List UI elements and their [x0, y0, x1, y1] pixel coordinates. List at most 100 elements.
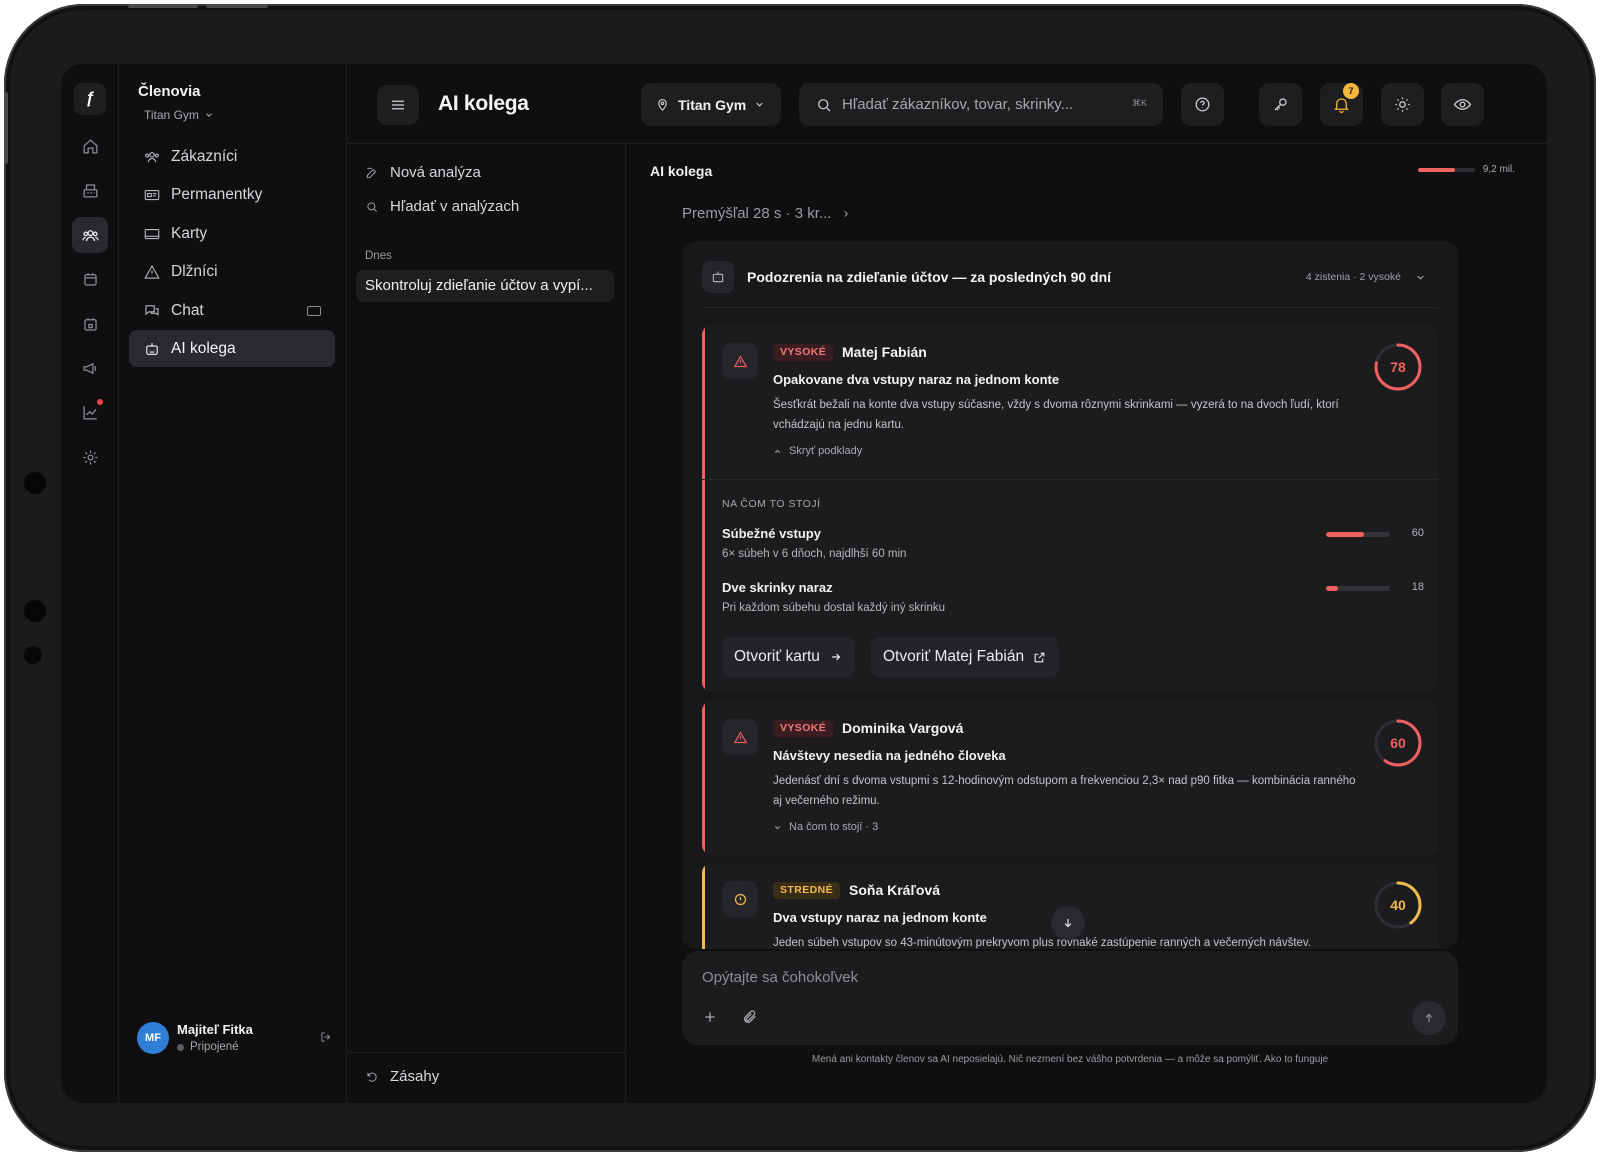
logout-icon[interactable]	[319, 1030, 333, 1044]
card-icon	[144, 228, 160, 239]
finding-headline: Návštevy nesedia na jedného človeka	[773, 748, 1006, 763]
key-button[interactable]	[1259, 83, 1302, 126]
sidebar-item-chat[interactable]: Chat	[129, 292, 335, 329]
search-analyses-button[interactable]: Hľadať v analýzach	[365, 198, 519, 215]
finding-card: VYSOKÉ Matej Fabián Opakovane dva vstupy…	[702, 325, 1438, 692]
theme-toggle[interactable]	[1381, 83, 1424, 126]
send-button[interactable]	[1412, 1001, 1446, 1035]
camera-dot	[24, 472, 46, 494]
ai-disclaimer: Mená ani kontakty členov sa AI neposiela…	[811, 1054, 1329, 1065]
sidebar-item-ai-colleague[interactable]: AI kolega	[129, 330, 335, 367]
chevron-down-icon	[756, 102, 763, 107]
rail-schedule[interactable]	[72, 306, 108, 342]
rail-home[interactable]	[72, 128, 108, 164]
severity-stripe	[702, 701, 705, 855]
gym-selector[interactable]: Titan Gym	[641, 83, 781, 126]
info-alert-icon	[734, 893, 746, 905]
logo-icon[interactable]: ƒ	[74, 83, 106, 115]
notifications-button[interactable]: 7	[1320, 83, 1363, 126]
finding-description: Šesťkrát bežali na konte dva vstupy súča…	[773, 399, 1339, 431]
sidebar-item-debtors[interactable]: Dlžníci	[129, 253, 335, 290]
hardware-button	[4, 92, 8, 164]
paperclip-icon[interactable]	[742, 1009, 758, 1025]
notification-badge: 7	[1343, 83, 1359, 99]
undo-icon	[367, 1072, 377, 1082]
search-icon	[818, 98, 831, 111]
sidebar-item-label: Dlžníci	[171, 262, 218, 280]
thinking-label: Premýšľal 28 s · 3 kr...	[682, 205, 832, 222]
privacy-button[interactable]	[1441, 83, 1484, 126]
bot-icon	[146, 342, 158, 355]
warning-icon	[733, 354, 747, 367]
help-button[interactable]	[1181, 83, 1224, 126]
chevron-up-icon	[774, 449, 781, 453]
message-input[interactable]: Opýtajte sa čohokoľvek	[702, 969, 858, 986]
rail-calendar[interactable]	[72, 261, 108, 297]
evidence-title: NA ČOM TO STOJÍ	[722, 498, 821, 510]
sidebar-title: Členovia	[138, 83, 201, 100]
sidebar-item-passes[interactable]: Permanentky	[129, 176, 335, 213]
search-analyses-label: Hľadať v analýzach	[390, 198, 520, 215]
chevron-down-icon	[774, 825, 781, 829]
usage-fill	[1417, 167, 1456, 172]
member-name[interactable]: Soňa Kráľová	[849, 882, 940, 898]
evidence-bar-fill	[1326, 586, 1338, 591]
panel-meta: 4 zistenia · 2 vysoké	[1306, 271, 1426, 283]
rail-members[interactable]	[72, 217, 108, 253]
evidence-toggle[interactable]: Skryť podklady	[773, 445, 862, 457]
menu-button[interactable]	[377, 85, 419, 125]
key-icon	[1274, 98, 1287, 111]
rail-reports[interactable]	[72, 394, 108, 430]
finding-headline: Opakovane dva vstupy naraz na jednom kon…	[773, 372, 1060, 387]
help-icon	[1195, 97, 1210, 112]
open-member-button[interactable]: Otvoriť Matej Fabián	[871, 637, 1059, 677]
edit-icon	[366, 167, 377, 178]
gym-switcher[interactable]: Titan Gym	[144, 108, 214, 122]
user-profile[interactable]: MF Majiteľ Fitka Pripojené	[137, 1020, 337, 1060]
sidebar-item-label: Karty	[171, 224, 208, 242]
rail-register[interactable]	[72, 172, 108, 208]
arrow-up-icon	[1425, 1013, 1433, 1023]
sidebar-item-cards[interactable]: Karty	[129, 215, 335, 252]
finding-description: Jeden súbeh vstupov so 43-minútovým prek…	[773, 937, 1312, 949]
scroll-down-button[interactable]	[1051, 906, 1085, 940]
evidence-toggle[interactable]: Na čom to stojí · 3	[773, 821, 878, 833]
open-card-button[interactable]: Otvoriť kartu	[722, 637, 855, 677]
hamburger-icon	[392, 100, 404, 110]
evidence-toggle-label: Skryť podklady	[789, 445, 863, 457]
schedule-icon	[83, 317, 97, 331]
hardware-button	[206, 4, 268, 8]
app-screen: ƒ Členovia Titan Gym Zákazníci Permanent…	[61, 64, 1547, 1103]
thinking-summary[interactable]: Premýšľal 28 s · 3 kr...	[682, 205, 851, 222]
sidebar-item-label: Chat	[171, 301, 204, 319]
user-status: Pripojené	[177, 1041, 239, 1053]
panel-icon	[702, 261, 734, 293]
sun-icon	[1395, 97, 1410, 112]
rail-settings[interactable]	[72, 439, 108, 475]
member-name[interactable]: Dominika Vargová	[842, 720, 963, 736]
score-value: 40	[1390, 897, 1406, 913]
sidebar-item-customers[interactable]: Zákazníci	[129, 138, 335, 175]
chat-area: AI kolega 9,2 mil. Premýšľal 28 s · 3 kr…	[626, 144, 1547, 1103]
gym-switcher-label: Titan Gym	[144, 108, 199, 122]
megaphone-icon	[83, 362, 96, 374]
camera-dot	[24, 646, 42, 664]
sidebar-item-label: Permanentky	[171, 185, 263, 203]
findings-panel: Podozrenia na zdieľanie účtov — za posle…	[682, 241, 1458, 949]
history-chat-item[interactable]: Skontroluj zdieľanie účtov a vypí...	[356, 270, 614, 302]
member-name[interactable]: Matej Fabián	[842, 344, 927, 360]
rail-campaigns[interactable]	[72, 350, 108, 386]
sidebar: Členovia Titan Gym Zákazníci Permanentky…	[119, 64, 347, 1103]
plus-icon[interactable]	[702, 1009, 718, 1025]
new-analysis-button[interactable]: Nová analýza	[365, 164, 481, 181]
panel-header[interactable]: Podozrenia na zdieľanie účtov — za posle…	[702, 241, 1438, 308]
search-input[interactable]: Hľadať zákazníkov, tovar, skrinky... ⌘K	[799, 83, 1163, 126]
severity-badge: VYSOKÉ	[773, 344, 834, 361]
evidence-name: Súbežné vstupy	[722, 526, 821, 541]
interventions-button[interactable]: Zásahy	[365, 1068, 439, 1085]
settings-icon	[82, 449, 98, 465]
chat-icon	[145, 304, 159, 316]
history-group-label: Dnes	[365, 250, 392, 262]
shortcut-icon	[307, 305, 321, 316]
alert-icon-box	[722, 343, 758, 379]
